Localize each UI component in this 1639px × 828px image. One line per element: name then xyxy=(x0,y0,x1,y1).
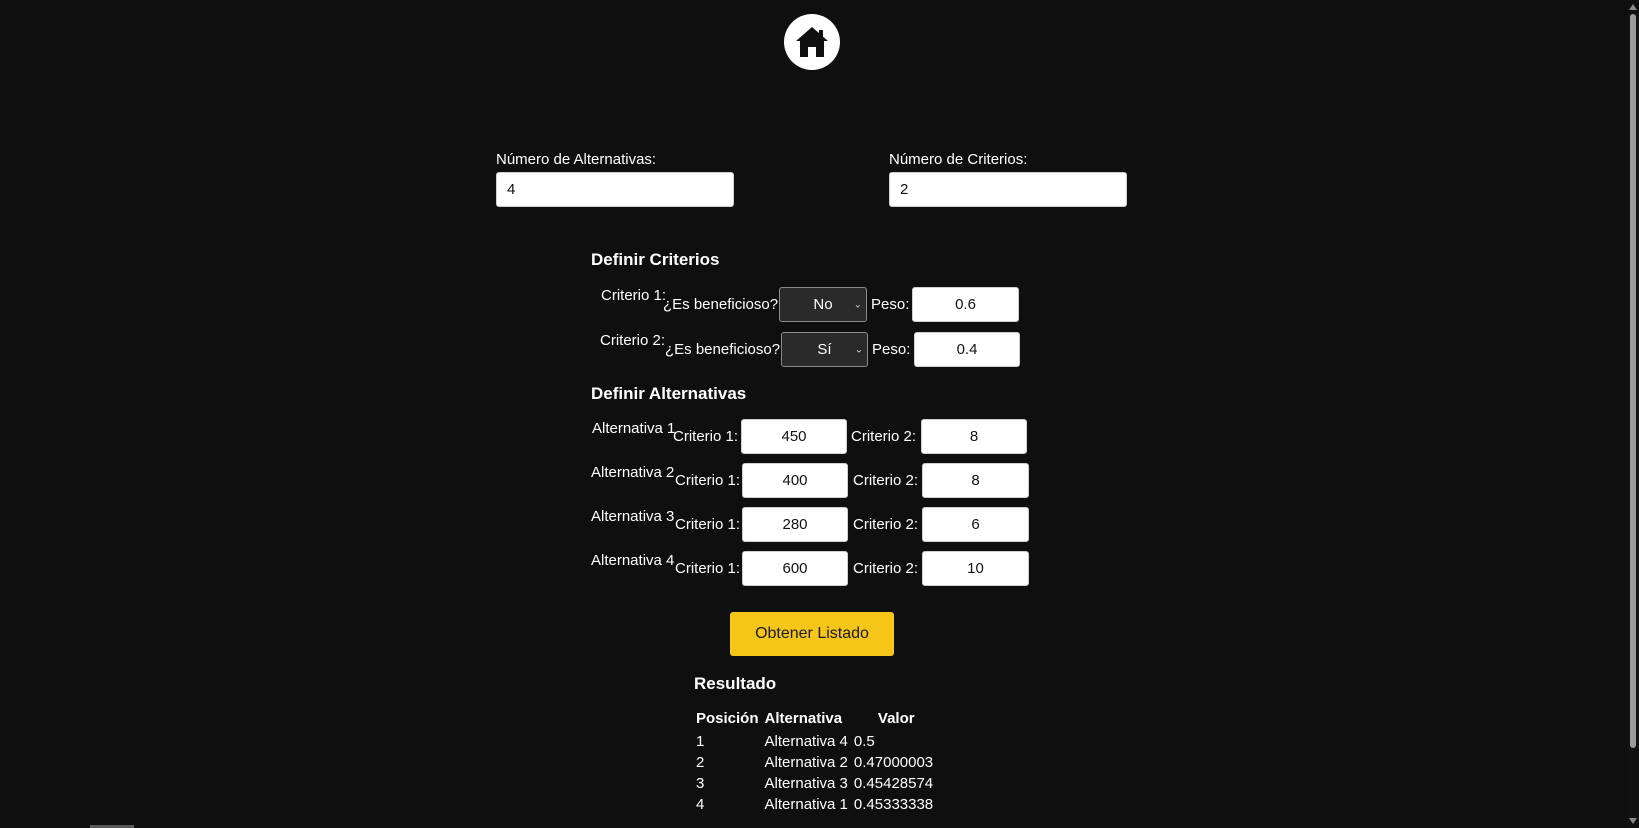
home-icon xyxy=(796,27,828,57)
scroll-up-icon[interactable] xyxy=(1629,4,1637,10)
alternative-cell: Alternativa 3 xyxy=(764,775,848,792)
position-cell: 3 xyxy=(696,775,705,792)
criterion-2-weight-input[interactable]: 0.4 xyxy=(914,332,1020,367)
scroll-thumb[interactable] xyxy=(1630,14,1636,748)
criterion-2-beneficial-label: ¿Es beneficioso? xyxy=(665,341,781,358)
value-cell: 0.45333338 xyxy=(853,796,934,813)
result-title: Resultado xyxy=(694,674,777,693)
criterion-1-weight-input[interactable]: 0.6 xyxy=(912,287,1019,322)
chevron-down-icon: ⌄ xyxy=(853,299,862,310)
alternative-3-crit1-input[interactable]: 280 xyxy=(742,507,848,542)
table-row: 1 Alternativa 4 0.5 xyxy=(693,731,936,752)
value-cell: 0.47000003 xyxy=(853,754,934,771)
position-header: Posición xyxy=(696,710,759,727)
criterion-1-weight-label: Peso: xyxy=(871,296,910,313)
position-cell: 4 xyxy=(696,796,705,813)
criterion-1-label: Criterio 1: xyxy=(601,287,667,304)
home-button[interactable] xyxy=(784,14,840,70)
alternative-2-label: Alternativa 2 xyxy=(591,464,675,481)
alternative-1-crit2-input[interactable]: 8 xyxy=(921,419,1027,454)
alternative-2-crit2-label: Criterio 2: xyxy=(853,472,919,489)
position-cell: 1 xyxy=(696,733,705,750)
alternative-1-label: Alternativa 1 xyxy=(592,420,676,437)
table-row: 2 Alternativa 2 0.47000003 xyxy=(693,752,936,773)
alternative-1-crit2-label: Criterio 2: xyxy=(851,428,917,445)
alternative-1-crit1-input[interactable]: 450 xyxy=(741,419,847,454)
position-cell: 2 xyxy=(696,754,705,771)
alternative-cell: Alternativa 4 xyxy=(764,733,848,750)
table-row: 3 Alternativa 3 0.45428574 xyxy=(693,773,936,794)
alternative-header: Alternativa xyxy=(764,710,843,727)
alternative-3-crit1-label: Criterio 1: xyxy=(675,516,741,533)
page: Número de Alternativas: 4 Número de Crit… xyxy=(0,0,1639,828)
criteria-section-title: Definir Criterios xyxy=(591,250,720,269)
result-table: Posición Alternativa Valor 1 Alternativa… xyxy=(693,710,936,815)
criterion-1-beneficial-value: No xyxy=(813,296,833,313)
table-row: 4 Alternativa 1 0.45333338 xyxy=(693,794,936,815)
alternative-3-label: Alternativa 3 xyxy=(591,508,675,525)
alternative-3-crit2-label: Criterio 2: xyxy=(853,516,919,533)
value-header: Valor xyxy=(877,710,915,727)
vertical-scrollbar[interactable] xyxy=(1627,0,1639,828)
scroll-down-icon[interactable] xyxy=(1629,818,1637,824)
get-listing-button[interactable]: Obtener Listado xyxy=(730,612,894,656)
alternative-4-crit1-label: Criterio 1: xyxy=(675,560,741,577)
criteria-count-input[interactable]: 2 xyxy=(889,172,1127,207)
alternative-cell: Alternativa 1 xyxy=(764,796,848,813)
alternative-cell: Alternativa 2 xyxy=(764,754,848,771)
value-cell: 0.5 xyxy=(853,733,875,750)
alternatives-count-label: Número de Alternativas: xyxy=(496,151,657,168)
alternative-4-crit1-input[interactable]: 600 xyxy=(742,551,848,586)
alternative-2-crit2-input[interactable]: 8 xyxy=(922,463,1029,498)
alternative-4-crit2-label: Criterio 2: xyxy=(853,560,919,577)
criteria-count-label: Número de Criterios: xyxy=(889,151,1028,168)
alternatives-section-title: Definir Alternativas xyxy=(591,384,747,403)
criterion-2-beneficial-select[interactable]: Sí ⌄ xyxy=(781,332,868,367)
criterion-2-weight-label: Peso: xyxy=(872,341,911,358)
result-header-row: Posición Alternativa Valor xyxy=(693,710,936,731)
alternative-4-crit2-input[interactable]: 10 xyxy=(922,551,1029,586)
alternative-2-crit1-input[interactable]: 400 xyxy=(742,463,848,498)
chevron-down-icon: ⌄ xyxy=(854,344,863,355)
alternative-3-crit2-input[interactable]: 6 xyxy=(922,507,1029,542)
criterion-2-beneficial-value: Sí xyxy=(817,341,832,358)
alternative-2-crit1-label: Criterio 1: xyxy=(675,472,741,489)
alternatives-count-input[interactable]: 4 xyxy=(496,172,734,207)
alternative-4-label: Alternativa 4 xyxy=(591,552,675,569)
criterion-1-beneficial-select[interactable]: No ⌄ xyxy=(779,287,867,322)
criterion-2-label: Criterio 2: xyxy=(600,332,666,349)
value-cell: 0.45428574 xyxy=(853,775,934,792)
criterion-1-beneficial-label: ¿Es beneficioso? xyxy=(663,296,779,313)
alternative-1-crit1-label: Criterio 1: xyxy=(673,428,739,445)
